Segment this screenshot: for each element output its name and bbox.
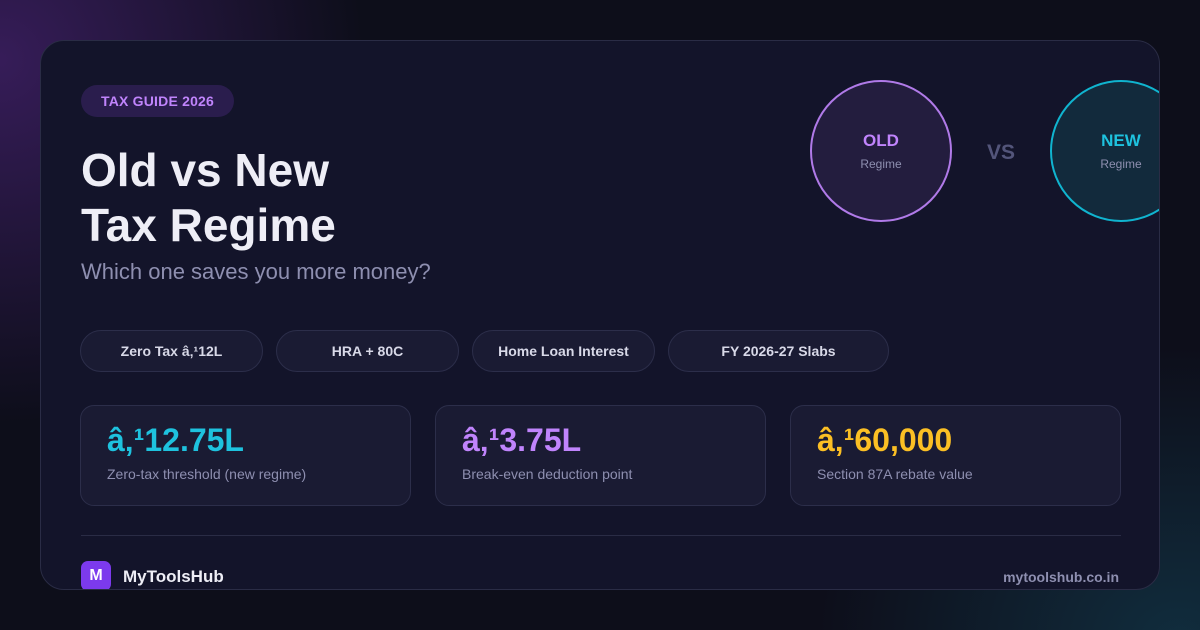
- stat-card: â‚¹12.75L Zero-tax threshold (new regime…: [80, 405, 411, 506]
- tag-pill: Home Loan Interest: [472, 330, 655, 372]
- site-url[interactable]: mytoolshub.co.in: [1003, 569, 1119, 585]
- stat-value: â‚¹60,000: [817, 422, 953, 458]
- stat-card: â‚¹3.75L Break-even deduction point: [435, 405, 766, 506]
- stat-label: Zero-tax threshold (new regime): [107, 466, 307, 482]
- brand-name: MyToolsHub: [123, 567, 224, 586]
- tag-pill: FY 2026-27 Slabs: [668, 330, 889, 372]
- tag-pill: HRA + 80C: [276, 330, 459, 372]
- old-regime-circle: OLD Regime: [810, 80, 952, 222]
- stat-card: â‚¹60,000 Section 87A rebate value: [790, 405, 1121, 506]
- page-title: Old vs New Tax Regime: [81, 143, 681, 253]
- divider: [81, 535, 1121, 536]
- category-badge: TAX GUIDE 2026: [81, 85, 235, 117]
- new-regime-label: NEW: [1101, 131, 1141, 150]
- stat-label: Break-even deduction point: [462, 466, 633, 482]
- guide-card: TAX GUIDE 2026 Old vs New Tax Regime Whi…: [40, 40, 1160, 590]
- brand-logo: M: [81, 561, 111, 589]
- old-regime-sub: Regime: [860, 157, 902, 171]
- tag-pill: Zero Tax â‚¹12L: [80, 330, 263, 372]
- new-regime-sub: Regime: [1100, 157, 1142, 171]
- title-line-2: Tax Regime: [81, 199, 336, 251]
- stat-value: â‚¹12.75L: [107, 422, 244, 458]
- vs-label: VS: [987, 141, 1016, 164]
- title-line-1: Old vs New: [81, 144, 329, 196]
- stat-label: Section 87A rebate value: [817, 466, 973, 482]
- stat-value: â‚¹3.75L: [462, 422, 582, 458]
- old-regime-label: OLD: [863, 131, 899, 150]
- new-regime-circle: NEW Regime: [1050, 80, 1159, 222]
- subtitle: Which one saves you more money?: [81, 259, 431, 284]
